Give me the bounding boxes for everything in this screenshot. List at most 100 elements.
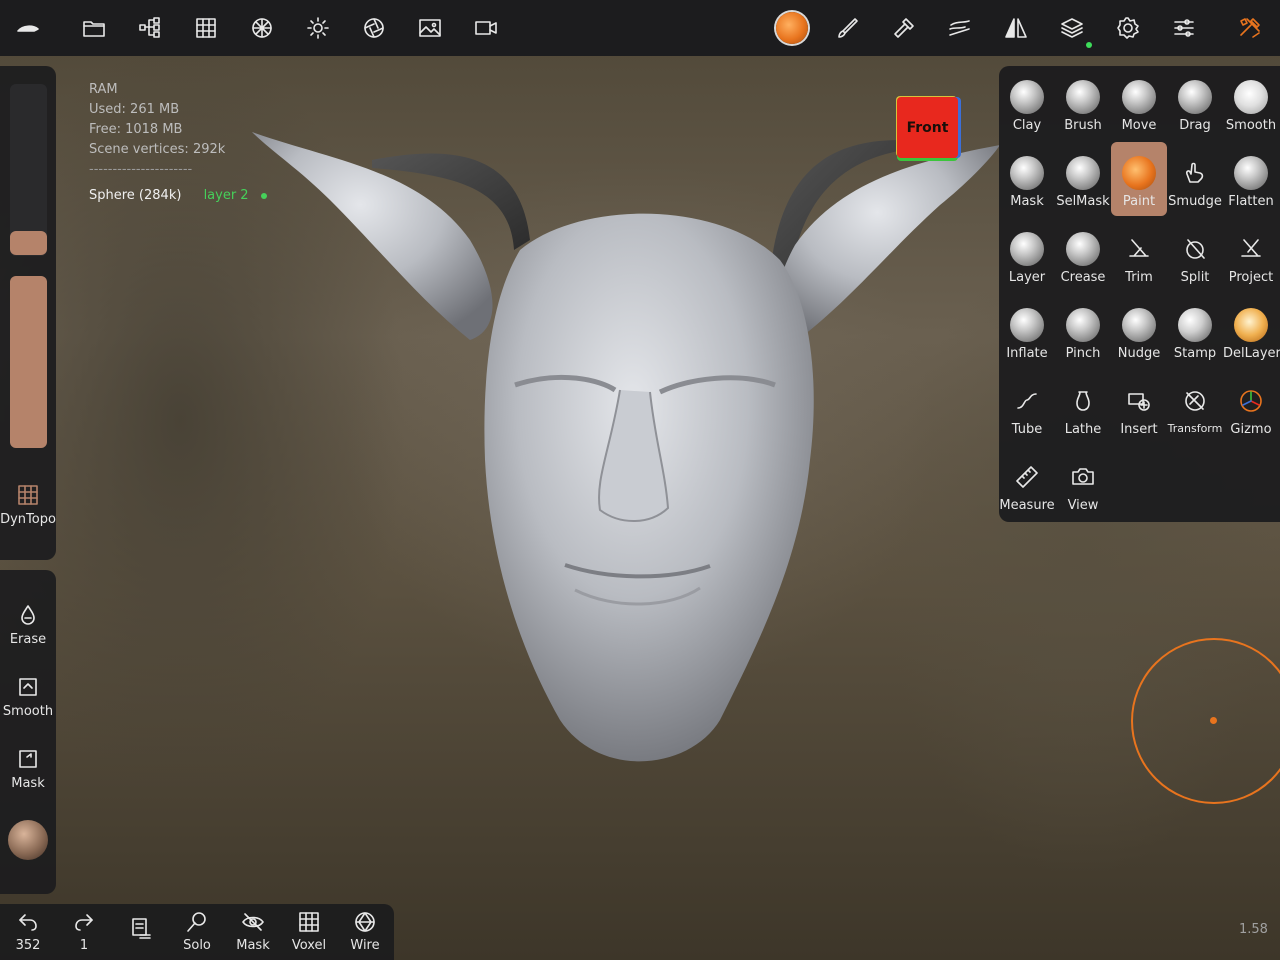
topology-grid-icon[interactable] — [186, 8, 226, 48]
tool-label: Layer — [1008, 270, 1046, 285]
scene-vertices: Scene vertices: 292k — [89, 142, 226, 157]
brush-center-dot — [1210, 717, 1217, 724]
scene-info: RAM Used: 261 MB Free: 1018 MB Scene ver… — [89, 80, 267, 206]
tool-transform[interactable]: Transform — [1167, 374, 1223, 448]
tool-view[interactable]: View — [1055, 450, 1111, 524]
tool-label: Mask — [1010, 194, 1044, 209]
tool-smooth[interactable]: Smooth — [1223, 70, 1279, 144]
video-camera-icon[interactable] — [466, 8, 506, 48]
tool-label: Measure — [999, 498, 1055, 513]
tool-paint[interactable]: Paint — [1111, 142, 1167, 216]
camera-aperture-icon[interactable] — [354, 8, 394, 48]
brush-stroke-icon[interactable] — [828, 8, 868, 48]
intensity-slider[interactable] — [10, 276, 47, 448]
tools-wrench-icon[interactable] — [1230, 8, 1270, 48]
erase-button[interactable]: Erase — [0, 604, 56, 647]
background-image-icon[interactable] — [410, 8, 450, 48]
gizmo-axes-icon — [1234, 384, 1268, 418]
smooth-square-icon — [19, 678, 37, 696]
tool-nudge[interactable]: Nudge — [1111, 298, 1167, 372]
tool-label: Inflate — [1006, 346, 1048, 361]
tool-lathe[interactable]: Lathe — [1055, 374, 1111, 448]
selmask-tool-icon — [1066, 156, 1100, 190]
dyntopo-grid-icon — [18, 485, 38, 505]
tool-crease[interactable]: Crease — [1055, 222, 1111, 296]
tool-clay[interactable]: Clay — [999, 70, 1055, 144]
app-logo-icon[interactable] — [8, 8, 48, 48]
tool-selmask[interactable]: SelMask — [1055, 146, 1111, 220]
stroke-settings-icon[interactable] — [940, 8, 980, 48]
left-tools-panel: Erase Smooth Mask — [0, 570, 56, 894]
picker-hammer-icon[interactable] — [884, 8, 924, 48]
move-tool-icon — [1122, 80, 1156, 114]
tool-smudge[interactable]: Smudge — [1167, 146, 1223, 220]
erase-label: Erase — [9, 632, 47, 647]
info-separator: ---------------------- — [89, 162, 193, 177]
tool-split[interactable]: Split — [1167, 222, 1223, 296]
tool-project[interactable]: Project — [1223, 222, 1279, 296]
tool-flatten[interactable]: Flatten — [1223, 146, 1279, 220]
crease-tool-icon — [1066, 232, 1100, 266]
mask-button[interactable]: Mask — [0, 748, 56, 791]
tool-label: Flatten — [1228, 194, 1274, 209]
tool-label: Nudge — [1117, 346, 1161, 361]
history-list-button[interactable] — [112, 916, 168, 944]
sculpt-tools-panel: Clay Brush Move Drag Smooth Mask SelMask… — [999, 66, 1280, 522]
tool-label: Trim — [1125, 270, 1153, 285]
tool-label: Move — [1121, 118, 1157, 133]
view-cube[interactable]: Front — [897, 97, 958, 158]
tool-label: Clay — [1012, 118, 1042, 133]
dellayer-tool-icon — [1234, 308, 1268, 342]
settings-gear-icon[interactable] — [1108, 8, 1148, 48]
solo-button[interactable]: Solo — [169, 910, 225, 953]
tool-label: Smooth — [1225, 118, 1277, 133]
redo-button[interactable]: 1 — [56, 910, 112, 953]
undo-arrow-icon — [19, 914, 37, 931]
radius-slider-handle[interactable] — [10, 231, 47, 255]
mask-visibility-label: Mask — [236, 938, 270, 953]
tool-dellayer[interactable]: DelLayer — [1223, 298, 1280, 372]
view-camera-icon — [1066, 460, 1100, 494]
tool-trim[interactable]: Trim — [1111, 222, 1167, 296]
material-sphere-icon[interactable] — [242, 8, 282, 48]
tool-measure[interactable]: Measure — [999, 450, 1055, 524]
redo-arrow-icon — [75, 914, 93, 931]
voxel-button[interactable]: Voxel — [281, 910, 337, 953]
transform-circle-icon — [1178, 384, 1212, 418]
tool-drag[interactable]: Drag — [1167, 70, 1223, 144]
files-folder-icon[interactable] — [74, 8, 114, 48]
dyntopo-toggle[interactable]: DynTopo — [0, 484, 56, 527]
drag-tool-icon — [1178, 80, 1212, 114]
layers-active-dot — [1086, 42, 1092, 48]
undo-button[interactable]: 352 — [0, 910, 56, 953]
tool-label: Project — [1228, 270, 1274, 285]
tool-inflate[interactable]: Inflate — [999, 298, 1055, 372]
material-preview-sphere[interactable] — [8, 820, 48, 860]
lighting-sun-icon[interactable] — [298, 8, 338, 48]
tool-tube[interactable]: Tube — [999, 374, 1055, 448]
tool-gizmo[interactable]: Gizmo — [1223, 374, 1279, 448]
tool-brush[interactable]: Brush — [1055, 70, 1111, 144]
measure-ruler-icon — [1010, 460, 1044, 494]
tool-insert[interactable]: Insert — [1111, 374, 1167, 448]
solo-label: Solo — [183, 938, 211, 953]
lathe-vase-icon — [1066, 384, 1100, 418]
ram-free: Free: 1018 MB — [89, 122, 183, 137]
tool-label: Paint — [1122, 194, 1156, 209]
tool-pinch[interactable]: Pinch — [1055, 298, 1111, 372]
sliders-adjust-icon[interactable] — [1164, 8, 1204, 48]
tool-label: Tube — [1011, 422, 1043, 437]
tool-move[interactable]: Move — [1111, 70, 1167, 144]
active-object-row[interactable]: Sphere (284k) layer 2 — [89, 186, 267, 206]
tool-stamp[interactable]: Stamp — [1167, 298, 1223, 372]
paint-color-swatch-icon[interactable] — [772, 8, 812, 48]
tool-layer[interactable]: Layer — [999, 222, 1055, 296]
project-knife-icon — [1234, 232, 1268, 266]
symmetry-icon[interactable] — [996, 8, 1036, 48]
mask-visibility-button[interactable]: Mask — [225, 910, 281, 953]
smooth-button[interactable]: Smooth — [0, 676, 56, 719]
tool-mask[interactable]: Mask — [999, 146, 1055, 220]
scene-tree-icon[interactable] — [130, 8, 170, 48]
tool-label: Stamp — [1173, 346, 1217, 361]
wire-button[interactable]: Wire — [337, 910, 393, 953]
